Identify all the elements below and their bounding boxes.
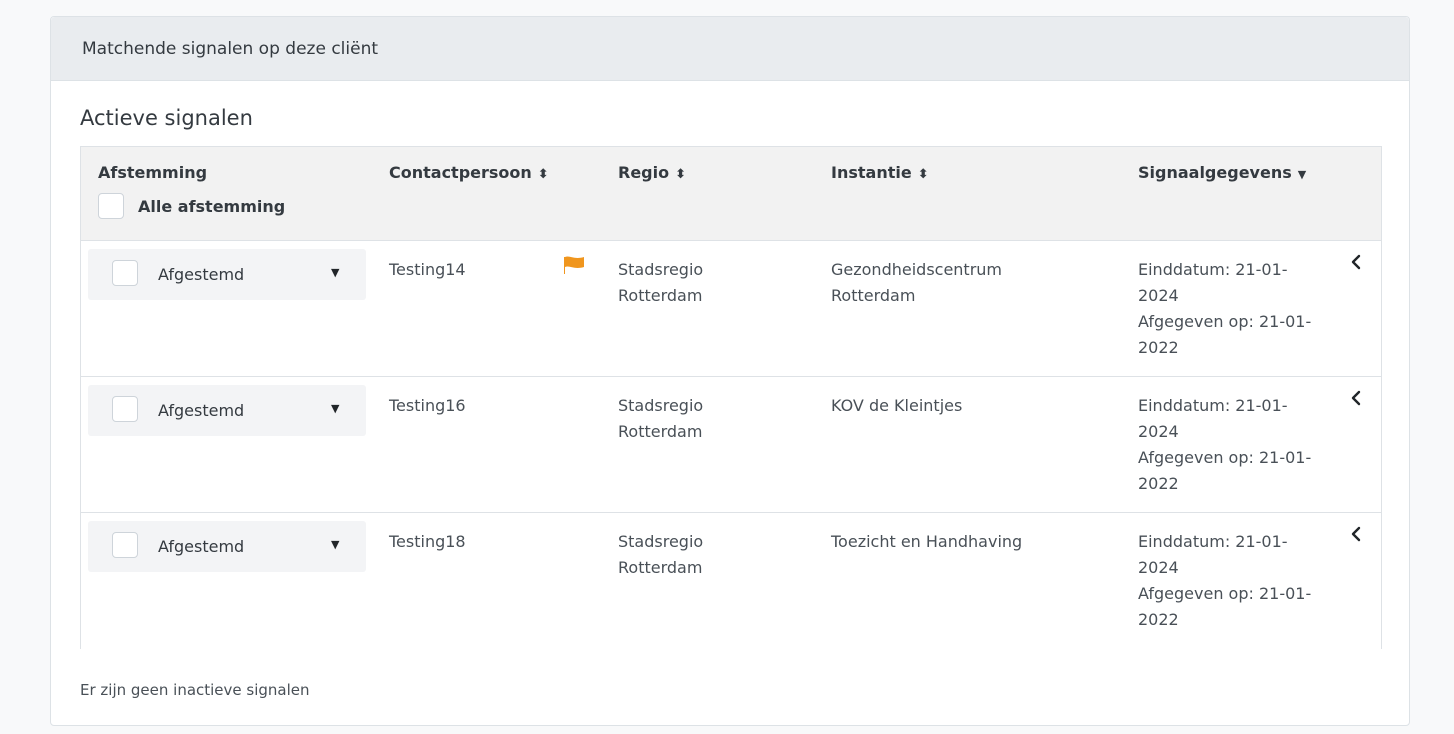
regio-line: Rotterdam bbox=[618, 286, 703, 305]
column-header-afstemming: Afstemming bbox=[98, 163, 207, 182]
einddatum-line: Einddatum: 21-01- bbox=[1138, 396, 1288, 415]
section-title: Actieve signalen bbox=[80, 106, 253, 130]
select-all-label: Alle afstemming bbox=[138, 196, 286, 216]
regio-cell: Stadsregio Rotterdam bbox=[618, 529, 703, 581]
select-all-control[interactable]: Alle afstemming bbox=[98, 193, 285, 219]
row-checkbox[interactable] bbox=[112, 396, 138, 422]
afstemming-dropdown[interactable]: Afgestemd ▼ bbox=[88, 385, 366, 436]
contactpersoon-cell: Testing16 bbox=[389, 396, 466, 415]
einddatum-line: 2024 bbox=[1138, 558, 1179, 577]
regio-line: Stadsregio bbox=[618, 396, 704, 415]
afgegeven-line: 2022 bbox=[1138, 338, 1179, 357]
no-inactive-signals-text: Er zijn geen inactieve signalen bbox=[80, 681, 310, 699]
card-title: Matchende signalen op deze cliënt bbox=[82, 38, 379, 59]
instantie-cell: Gezondheidscentrum Rotterdam bbox=[831, 257, 1002, 309]
column-label-contactpersoon: Contactpersoon bbox=[389, 163, 532, 182]
contactpersoon-cell: Testing18 bbox=[389, 532, 466, 551]
table-row: Afgestemd ▼ Testing16 Stadsregio Rotterd… bbox=[81, 377, 1381, 513]
column-header-signaalgegevens[interactable]: Signaalgegevens ▼ bbox=[1138, 163, 1306, 182]
einddatum-line: 2024 bbox=[1138, 286, 1179, 305]
table-header: Afstemming Alle afstemming Contactpersoo… bbox=[81, 147, 1381, 241]
column-label-instantie: Instantie bbox=[831, 163, 912, 182]
signaalgegevens-cell: Einddatum: 21-01- 2024 Afgegeven op: 21-… bbox=[1138, 393, 1311, 497]
afstemming-status: Afgestemd bbox=[158, 537, 245, 556]
afgegeven-line: 2022 bbox=[1138, 610, 1179, 629]
column-header-contactpersoon[interactable]: Contactpersoon ⬍ bbox=[389, 163, 549, 182]
column-label-signaalgegevens: Signaalgegevens bbox=[1138, 163, 1292, 182]
column-header-regio[interactable]: Regio ⬍ bbox=[618, 163, 686, 182]
signals-table: Afstemming Alle afstemming Contactpersoo… bbox=[80, 146, 1382, 649]
caret-down-icon[interactable]: ▼ bbox=[1298, 168, 1306, 181]
regio-line: Rotterdam bbox=[618, 422, 703, 441]
afgegeven-line: 2022 bbox=[1138, 474, 1179, 493]
regio-line: Stadsregio bbox=[618, 260, 704, 279]
afstemming-status: Afgestemd bbox=[158, 401, 245, 420]
signals-card: Matchende signalen op deze cliënt Actiev… bbox=[50, 16, 1410, 726]
sort-icon[interactable]: ⬍ bbox=[675, 167, 686, 182]
table-row: Afgestemd ▼ Testing14 Stadsregio Rotterd… bbox=[81, 241, 1381, 377]
column-header-instantie[interactable]: Instantie ⬍ bbox=[831, 163, 929, 182]
regio-line: Stadsregio bbox=[618, 532, 704, 551]
caret-down-icon[interactable]: ▼ bbox=[331, 538, 339, 551]
sort-icon[interactable]: ⬍ bbox=[918, 167, 929, 182]
chevron-left-icon[interactable] bbox=[1347, 389, 1365, 407]
afstemming-dropdown[interactable]: Afgestemd ▼ bbox=[88, 249, 366, 300]
einddatum-line: 2024 bbox=[1138, 422, 1179, 441]
select-all-checkbox[interactable] bbox=[98, 193, 124, 219]
regio-cell: Stadsregio Rotterdam bbox=[618, 257, 703, 309]
afstemming-dropdown[interactable]: Afgestemd ▼ bbox=[88, 521, 366, 572]
einddatum-line: Einddatum: 21-01- bbox=[1138, 532, 1288, 551]
signaalgegevens-cell: Einddatum: 21-01- 2024 Afgegeven op: 21-… bbox=[1138, 529, 1311, 633]
chevron-left-icon[interactable] bbox=[1347, 525, 1365, 543]
regio-line: Rotterdam bbox=[618, 558, 703, 577]
afgegeven-line: Afgegeven op: 21-01- bbox=[1138, 584, 1312, 603]
card-header: Matchende signalen op deze cliënt bbox=[51, 17, 1409, 81]
instantie-line: Rotterdam bbox=[831, 286, 916, 305]
contactpersoon-cell: Testing14 bbox=[389, 260, 466, 279]
signaalgegevens-cell: Einddatum: 21-01- 2024 Afgegeven op: 21-… bbox=[1138, 257, 1311, 361]
instantie-cell: KOV de Kleintjes bbox=[831, 393, 962, 419]
table-row: Afgestemd ▼ Testing18 Stadsregio Rotterd… bbox=[81, 513, 1381, 649]
instantie-line: Toezicht en Handhaving bbox=[831, 532, 1023, 551]
instantie-line: KOV de Kleintjes bbox=[831, 396, 963, 415]
instantie-line: Gezondheidscentrum bbox=[831, 260, 1003, 279]
afgegeven-line: Afgegeven op: 21-01- bbox=[1138, 312, 1312, 331]
caret-down-icon[interactable]: ▼ bbox=[331, 402, 339, 415]
caret-down-icon[interactable]: ▼ bbox=[331, 266, 339, 279]
instantie-cell: Toezicht en Handhaving bbox=[831, 529, 1022, 555]
regio-cell: Stadsregio Rotterdam bbox=[618, 393, 703, 445]
row-checkbox[interactable] bbox=[112, 532, 138, 558]
einddatum-line: Einddatum: 21-01- bbox=[1138, 260, 1288, 279]
chevron-left-icon[interactable] bbox=[1347, 253, 1365, 271]
afgegeven-line: Afgegeven op: 21-01- bbox=[1138, 448, 1312, 467]
column-label-regio: Regio bbox=[618, 163, 670, 182]
column-label-afstemming: Afstemming bbox=[98, 163, 208, 182]
afstemming-status: Afgestemd bbox=[158, 265, 245, 284]
sort-icon[interactable]: ⬍ bbox=[538, 167, 549, 182]
row-checkbox[interactable] bbox=[112, 260, 138, 286]
flag-icon bbox=[564, 256, 584, 274]
